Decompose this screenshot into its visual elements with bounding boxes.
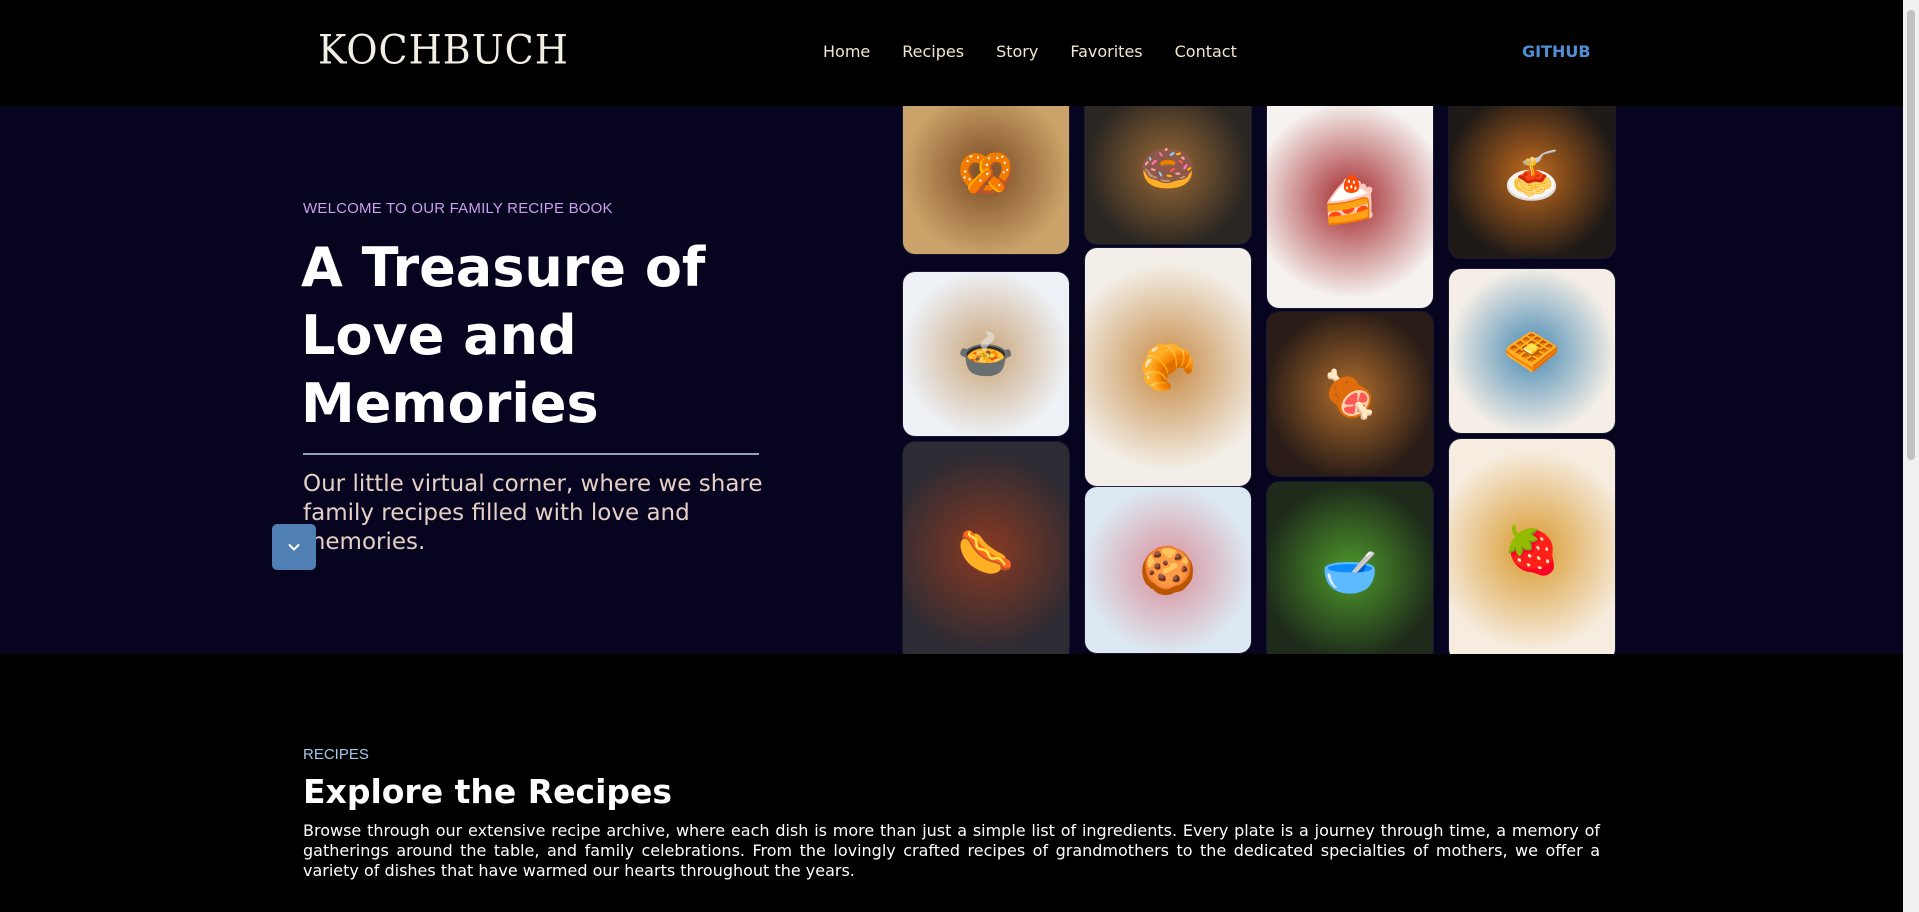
bowl-icon: 🥣 [1321, 544, 1379, 599]
pasta-icon: 🍝 [1503, 147, 1561, 202]
platter-image: 🍩 [1085, 106, 1251, 244]
github-link[interactable]: GITHUB [1522, 42, 1591, 61]
meat-icon: 🍖 [1321, 366, 1379, 421]
waffle-stack-image: 🍓 [1449, 439, 1615, 654]
scrollbar-thumb[interactable] [1907, 10, 1915, 460]
hero-subtitle: Our little virtual corner, where we shar… [303, 471, 763, 555]
recipes-eyebrow: RECIPES [303, 746, 369, 763]
soup-icon: 🍲 [957, 326, 1015, 381]
main-nav: Home Recipes Story Favorites Contact [823, 42, 1237, 61]
pastries-image: 🥐 [1085, 248, 1251, 486]
top-navigation-bar: KOCHBUCH Home Recipes Story Favorites Co… [0, 0, 1903, 106]
cookies-image: 🍪 [1085, 487, 1251, 653]
waffle-icon: 🧇 [1503, 323, 1561, 378]
pea-soup-image: 🥣 [1267, 482, 1433, 654]
croissant-icon: 🥐 [1139, 339, 1197, 394]
cookie-icon: 🍪 [1139, 542, 1197, 597]
recipes-title: Explore the Recipes [303, 772, 673, 811]
waffle-plate-image: 🧇 [1449, 269, 1615, 433]
sausage-icon: 🌭 [957, 524, 1015, 579]
strawberry-icon: 🍓 [1503, 522, 1561, 577]
page-scrollbar[interactable] [1903, 0, 1919, 912]
sausage-pan-image: 🌭 [903, 442, 1069, 654]
nav-home-link[interactable]: Home [823, 42, 870, 61]
food-image-gallery: 🥨 🍲 🌭 🍩 🥐 🍪 🍰 🍖 🥣 🍝 🧇 🍓 [903, 106, 1615, 654]
hero-eyebrow: WELCOME TO OUR FAMILY RECIPE BOOK [303, 200, 613, 217]
pretzel-icon: 🥨 [957, 145, 1015, 200]
donut-icon: 🍩 [1139, 140, 1197, 195]
chevron-down-icon [288, 544, 300, 551]
nav-recipes-link[interactable]: Recipes [902, 42, 964, 61]
hero-title: A Treasure of Love and Memories [301, 236, 706, 435]
site-logo[interactable]: KOCHBUCH [318, 27, 569, 73]
scroll-down-button[interactable] [272, 524, 316, 570]
recipes-section: RECIPES Explore the Recipes Browse throu… [0, 654, 1903, 912]
nav-favorites-link[interactable]: Favorites [1070, 42, 1142, 61]
hero-section: WELCOME TO OUR FAMILY RECIPE BOOK A Trea… [0, 106, 1903, 654]
bread-basket-image: 🥨 [903, 106, 1069, 254]
cake-icon: 🍰 [1321, 172, 1379, 227]
nav-story-link[interactable]: Story [996, 42, 1038, 61]
recipes-description: Browse through our extensive recipe arch… [303, 821, 1600, 880]
hero-divider [303, 453, 759, 455]
cake-image: 🍰 [1267, 106, 1433, 308]
roast-image: 🍖 [1267, 312, 1433, 476]
pasta-image: 🍝 [1449, 106, 1615, 258]
soup-image: 🍲 [903, 272, 1069, 436]
nav-contact-link[interactable]: Contact [1175, 42, 1237, 61]
